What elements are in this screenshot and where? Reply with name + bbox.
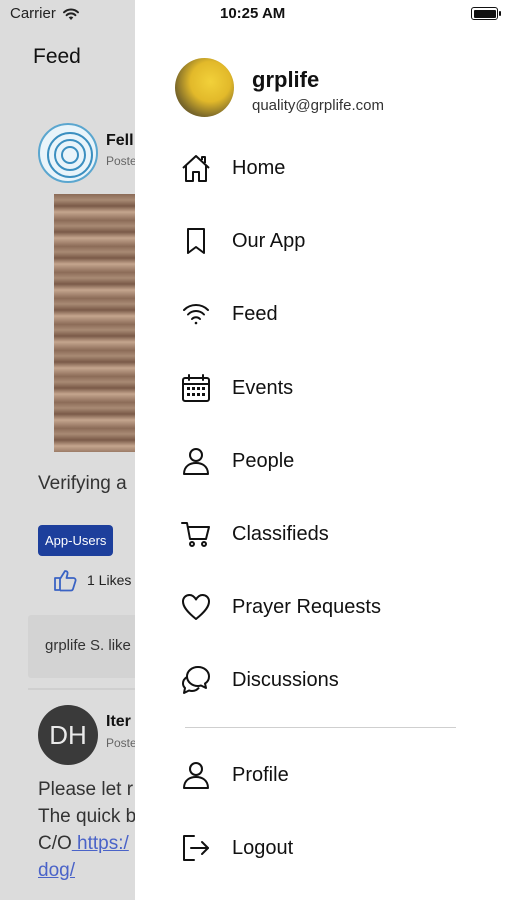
menu-item-profile[interactable]: Profile xyxy=(179,755,479,795)
likes-count: 1 Likes xyxy=(87,572,132,588)
menu-item-events[interactable]: Events xyxy=(179,368,479,408)
post-author-avatar[interactable] xyxy=(38,123,98,183)
post-text-prefix: C/O xyxy=(38,833,72,854)
status-time: 10:25 AM xyxy=(220,5,286,22)
cart-icon xyxy=(179,517,213,551)
menu-item-label: Feed xyxy=(232,302,278,325)
post-link[interactable]: dog/ xyxy=(38,860,75,881)
menu-item-label: Logout xyxy=(232,836,294,859)
thumbs-up-icon xyxy=(52,568,78,592)
menu-item-our-app[interactable]: Our App xyxy=(179,221,479,261)
comment-text: grplife S. like xyxy=(45,637,131,654)
person-icon xyxy=(179,444,213,478)
menu-item-label: Events xyxy=(232,376,294,399)
post-subtitle: Poste xyxy=(106,154,137,168)
menu-item-prayer-requests[interactable]: Prayer Requests xyxy=(179,587,479,627)
menu-item-label: Profile xyxy=(232,763,289,786)
post-author-avatar[interactable]: DH xyxy=(38,705,98,765)
post-text-line: C/O https:/ xyxy=(38,830,136,857)
heart-icon xyxy=(179,590,213,624)
post-image[interactable] xyxy=(54,194,144,452)
chat-bubbles-icon xyxy=(179,663,213,697)
post-author-name[interactable]: Fell xyxy=(106,132,134,150)
battery-icon xyxy=(471,7,501,20)
menu-item-label: Our App xyxy=(232,229,306,252)
menu-item-discussions[interactable]: Discussions xyxy=(179,660,479,700)
calendar-icon xyxy=(179,371,213,405)
feed-title: Feed xyxy=(33,45,81,68)
menu-item-label: Discussions xyxy=(232,668,339,691)
post-tag-badge[interactable]: App-Users xyxy=(38,525,114,556)
profile-avatar[interactable] xyxy=(175,58,234,117)
home-icon xyxy=(179,151,213,185)
bookmark-icon xyxy=(179,224,213,258)
menu-item-home[interactable]: Home xyxy=(179,148,479,188)
menu-item-classifieds[interactable]: Classifieds xyxy=(179,514,479,554)
logout-icon xyxy=(179,831,213,865)
profile-name[interactable]: grplife xyxy=(252,67,319,93)
navigation-drawer: 10:25 AM grplife quality@grplife.com Hom… xyxy=(135,0,507,900)
post-subtitle: Poste xyxy=(106,736,137,750)
post-text-line: dog/ xyxy=(38,857,136,884)
profile-email: quality@grplife.com xyxy=(252,97,384,114)
menu-item-label: Classifieds xyxy=(232,522,329,545)
likes-row[interactable]: 1 Likes xyxy=(52,568,131,592)
person-icon xyxy=(179,758,213,792)
post-divider xyxy=(28,688,148,690)
wifi-status-icon xyxy=(62,7,80,21)
menu-item-label: Prayer Requests xyxy=(232,595,381,618)
menu-item-feed[interactable]: Feed xyxy=(179,294,479,334)
menu-item-logout[interactable]: Logout xyxy=(179,828,479,868)
post-link[interactable]: https:/ xyxy=(72,833,129,854)
menu-item-people[interactable]: People xyxy=(179,441,479,481)
menu-item-label: Home xyxy=(232,156,286,179)
menu-divider xyxy=(185,727,456,728)
post-text-line: The quick b xyxy=(38,806,137,827)
post-text: Verifying a xyxy=(38,473,127,494)
post-text-line: Please let r xyxy=(38,779,134,800)
post-text: Please let r The quick b C/O https:/ dog… xyxy=(38,776,136,884)
carrier-status: Carrier xyxy=(10,5,80,22)
carrier-label: Carrier xyxy=(10,5,56,22)
post-author-name[interactable]: Iter xyxy=(106,713,131,731)
wifi-icon xyxy=(179,297,213,331)
menu-item-label: People xyxy=(232,449,295,472)
